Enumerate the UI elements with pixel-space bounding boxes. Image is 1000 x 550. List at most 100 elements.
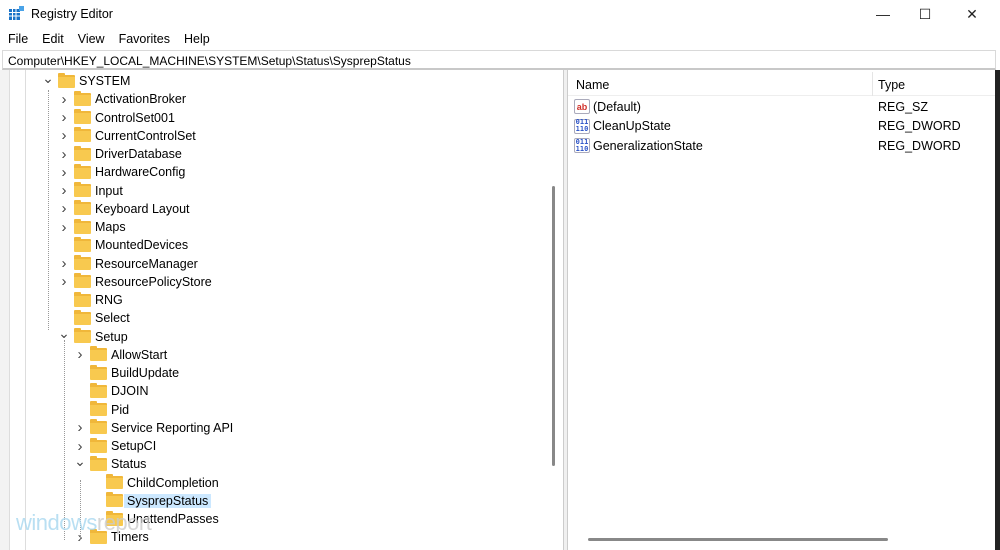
tree-item[interactable]: › HardwareConfig (58, 163, 185, 181)
folder-icon (74, 109, 91, 124)
chevron-right-icon[interactable]: › (58, 109, 70, 126)
tree-item[interactable]: › Keyboard Layout (58, 200, 190, 218)
folder-icon (74, 291, 91, 307)
chevron-right-icon[interactable]: › (58, 273, 70, 290)
folder-icon (90, 382, 107, 398)
tree-item-label: SYSTEM (79, 74, 131, 88)
tree-item-label: ResourceManager (95, 256, 198, 271)
tree-item-label: Status (111, 457, 147, 472)
string-value-icon: ab (574, 99, 590, 114)
chevron-right-icon[interactable]: › (58, 182, 70, 199)
tree-item[interactable]: MountedDevices (58, 236, 188, 254)
folder-icon (90, 401, 107, 416)
tree-item[interactable]: ⌄ Setup (58, 325, 128, 346)
tree-item[interactable]: › CurrentControlSet (58, 127, 196, 145)
address-bar[interactable]: Computer\HKEY_LOCAL_MACHINE\SYSTEM\Setup… (2, 50, 996, 70)
minimize-button[interactable]: — (860, 0, 906, 28)
values-horizontal-scrollbar[interactable] (588, 538, 888, 541)
values-header: Name Type (568, 70, 995, 96)
tree-item[interactable]: › Input (58, 182, 123, 200)
folder-icon (74, 309, 91, 325)
tree-item-label: SysprepStatus (124, 493, 212, 508)
tree-item[interactable]: › ResourcePolicyStore (58, 273, 212, 291)
tree-item[interactable]: › SetupCI (74, 437, 156, 455)
chevron-right-icon[interactable]: › (74, 419, 86, 436)
folder-icon (90, 346, 107, 362)
column-type-header[interactable]: Type (878, 78, 905, 92)
tree-scrollbar[interactable] (549, 70, 561, 550)
column-divider[interactable] (872, 72, 873, 96)
tree-item[interactable]: › Service Reporting API (74, 419, 233, 437)
tree-item[interactable]: SysprepStatus (90, 492, 212, 510)
chevron-right-icon[interactable]: › (58, 164, 70, 181)
tree-item-label: Input (95, 183, 123, 198)
tree-item-label: ChildCompletion (127, 475, 219, 490)
chevron-right-icon[interactable]: › (58, 91, 70, 108)
column-name-header[interactable]: Name (576, 78, 609, 92)
value-name: (Default) (593, 99, 641, 114)
tree-item-label: SetupCI (111, 439, 157, 453)
chevron-right-icon[interactable]: › (58, 219, 70, 236)
close-button[interactable]: ✕ (949, 0, 995, 28)
value-row[interactable]: 011 110 GeneralizationState REG_DWORD (574, 136, 994, 155)
tree-item-label: Select (95, 311, 130, 326)
maximize-button[interactable]: ☐ (902, 0, 948, 28)
folder-icon (106, 474, 123, 489)
folder-icon (74, 236, 91, 252)
menu-help[interactable]: Help (184, 28, 210, 50)
tree-item[interactable]: › ControlSet001 (58, 109, 175, 127)
chevron-right-icon[interactable]: › (58, 146, 70, 163)
value-name: CleanUpState (593, 119, 671, 133)
tree-item[interactable]: › DriverDatabase (58, 145, 182, 163)
tree-item[interactable]: › AllowStart (74, 346, 167, 364)
chevron-right-icon[interactable]: › (74, 346, 86, 363)
folder-icon (90, 455, 107, 471)
folder-icon (74, 145, 91, 161)
tree-item[interactable]: ⌄ Status (74, 453, 147, 473)
value-row[interactable]: 011 110 CleanUpState REG_DWORD (574, 117, 994, 136)
tree-item-label: RNG (95, 293, 123, 307)
title-bar: Registry Editor — ☐ ✕ (0, 0, 1000, 28)
folder-icon (74, 218, 91, 234)
menu-view[interactable]: View (78, 28, 105, 50)
windowsreport-watermark: windowsreport (16, 510, 152, 536)
folder-icon (74, 163, 91, 179)
tree-item[interactable]: ⌄ SYSTEM (42, 70, 131, 90)
menu-bar: File Edit View Favorites Help (0, 28, 1000, 50)
chevron-down-icon[interactable]: ⌄ (42, 70, 54, 87)
tree-item[interactable]: Pid (74, 401, 129, 419)
watermark-part-2: report (96, 510, 152, 535)
tree-item[interactable]: DJOIN (74, 382, 149, 400)
folder-icon (74, 90, 91, 106)
folder-icon (90, 364, 107, 380)
tree-item[interactable]: › ActivationBroker (58, 90, 186, 108)
chevron-down-icon[interactable]: ⌄ (74, 453, 86, 470)
tree-item-label: Setup (95, 329, 128, 344)
tree-item-label: CurrentControlSet (95, 128, 196, 143)
chevron-right-icon[interactable]: › (58, 200, 70, 217)
tree-item[interactable]: BuildUpdate (74, 364, 179, 382)
folder-icon (74, 182, 91, 197)
tree-item-label: ControlSet001 (95, 110, 175, 125)
chevron-right-icon[interactable]: › (58, 127, 70, 144)
value-row[interactable]: ab (Default) REG_SZ (574, 97, 994, 116)
folder-icon (74, 328, 91, 343)
tree-item[interactable]: › Maps (58, 218, 126, 236)
tree-item-label: DJOIN (111, 384, 149, 399)
tree-scrollbar-thumb[interactable] (552, 186, 555, 466)
folder-icon (90, 437, 107, 453)
binary-value-icon: 011 110 (574, 118, 590, 134)
tree-item[interactable]: › ResourceManager (58, 255, 198, 273)
menu-file[interactable]: File (8, 28, 28, 50)
value-type: REG_SZ (878, 99, 929, 114)
tree-item-label: HardwareConfig (95, 165, 186, 180)
window-edge (995, 70, 1000, 550)
tree-item[interactable]: ChildCompletion (90, 474, 219, 492)
tree-item-label: AllowStart (111, 347, 168, 362)
menu-favorites[interactable]: Favorites (119, 28, 170, 50)
folder-icon (74, 200, 91, 216)
menu-edit[interactable]: Edit (42, 28, 64, 50)
tree-item[interactable]: RNG (58, 291, 123, 309)
chevron-right-icon[interactable]: › (58, 255, 70, 272)
folder-icon (74, 127, 91, 143)
